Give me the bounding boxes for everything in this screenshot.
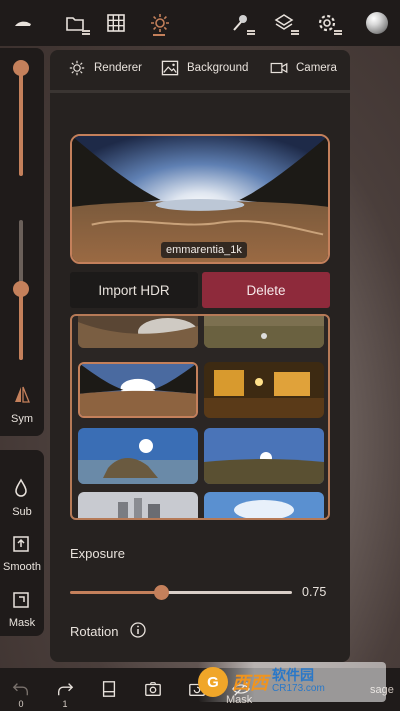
undo-button[interactable]: 0: [6, 668, 36, 711]
grid-icon: [107, 14, 125, 32]
hdr-thumb-6[interactable]: [204, 428, 324, 484]
redo-button[interactable]: 1: [50, 668, 80, 711]
hdr-thumb-image: [80, 364, 196, 416]
gear-icon: [318, 14, 336, 32]
watermark-logo: G: [198, 667, 228, 697]
matcap-button[interactable]: [362, 8, 392, 38]
paint-button[interactable]: [225, 8, 255, 38]
watermark: G 西西 软件园 CR173.com: [198, 662, 386, 702]
droplet-icon[interactable]: [11, 478, 31, 498]
hdr-name-label: emmarentia_1k: [161, 242, 247, 258]
document-button[interactable]: [94, 668, 124, 711]
watermark-url: CR173.com: [272, 683, 325, 694]
tabs-divider: [50, 90, 350, 93]
tab-camera[interactable]: Camera: [270, 60, 337, 76]
hdr-thumb-8[interactable]: [204, 492, 324, 518]
grid-button[interactable]: [101, 8, 131, 38]
lighting-panel: Renderer Background Camera emmarentia_1k…: [50, 50, 350, 662]
radius-slider-track[interactable]: [19, 66, 23, 176]
hdr-thumb-image: [204, 362, 324, 418]
matcap-icon: [366, 12, 388, 34]
smooth-label: Smooth: [3, 561, 41, 573]
lighting-button[interactable]: [145, 8, 175, 38]
import-hdr-button[interactable]: Import HDR: [70, 272, 198, 308]
hdr-thumb-2[interactable]: [204, 316, 324, 348]
image-icon: [161, 60, 179, 76]
exposure-slider-track[interactable]: [162, 591, 292, 594]
hdr-thumb-5[interactable]: [78, 428, 198, 484]
hdr-thumb-image: [78, 316, 198, 348]
document-icon: [102, 681, 116, 697]
delete-button[interactable]: Delete: [202, 272, 330, 308]
hdr-thumb-image: [204, 492, 324, 518]
hdr-preview[interactable]: emmarentia_1k: [70, 134, 330, 264]
exposure-value: 0.75: [302, 585, 327, 599]
symmetry-icon[interactable]: [14, 386, 30, 404]
watermark-brand: 西西: [232, 673, 268, 694]
settings-button[interactable]: [312, 8, 342, 38]
hdr-thumb-1[interactable]: [78, 316, 198, 348]
paint-icon: [233, 15, 247, 31]
hdr-thumb-4[interactable]: [204, 362, 324, 418]
intensity-slider-fill: [19, 288, 23, 360]
layers-icon: [274, 14, 294, 30]
folder-button[interactable]: [60, 8, 90, 38]
hdr-thumb-image: [204, 428, 324, 484]
folder-icon: [66, 17, 84, 31]
exposure-label: Exposure: [70, 546, 125, 561]
smooth-icon[interactable]: [11, 534, 31, 554]
tab-camera-label: Camera: [296, 62, 337, 74]
hdr-grid: [70, 314, 330, 520]
camera-gear-icon: [145, 682, 161, 696]
tab-renderer-label: Renderer: [94, 62, 142, 74]
watermark-text: 软件园 CR173.com: [272, 668, 325, 696]
hdr-thumb-image: [204, 316, 324, 348]
hdr-thumb-7[interactable]: [78, 492, 198, 518]
hdr-thumb-image: [78, 492, 198, 518]
sub-label: Sub: [12, 506, 32, 518]
undo-count: 0: [18, 699, 24, 709]
intensity-slider-knob[interactable]: [13, 281, 29, 297]
sun-icon: [69, 60, 85, 76]
exposure-slider-knob[interactable]: [154, 585, 169, 600]
hdr-thumb-3-selected[interactable]: [78, 362, 198, 418]
hdr-thumb-image: [78, 428, 198, 484]
watermark-cn: 软件园: [272, 667, 314, 683]
sculpt-brush-icon[interactable]: [8, 8, 38, 38]
radius-slider-knob[interactable]: [13, 60, 29, 76]
left-tools-panel: Sub Smooth Mask: [0, 450, 44, 636]
sym-label: Sym: [11, 413, 33, 425]
redo-count: 1: [62, 699, 68, 709]
mask-label: Mask: [8, 617, 36, 629]
left-sliders-panel: Sym: [0, 48, 44, 436]
camera-icon: [270, 62, 288, 74]
rotation-label: Rotation: [70, 624, 119, 639]
redo-icon: [58, 683, 74, 696]
exposure-slider-fill: [70, 591, 162, 594]
sun-icon: [151, 14, 169, 32]
tab-background[interactable]: Background: [161, 60, 248, 76]
panel-tabs: Renderer Background Camera: [50, 50, 350, 88]
info-icon[interactable]: [130, 622, 146, 638]
undo-icon: [12, 683, 28, 696]
mask-icon[interactable]: [11, 590, 31, 610]
tab-renderer[interactable]: Renderer: [68, 60, 142, 76]
top-toolbar: [0, 0, 400, 46]
tab-background-label: Background: [187, 62, 249, 74]
camera-snapshot-button[interactable]: [138, 668, 168, 711]
layers-button[interactable]: [269, 8, 299, 38]
